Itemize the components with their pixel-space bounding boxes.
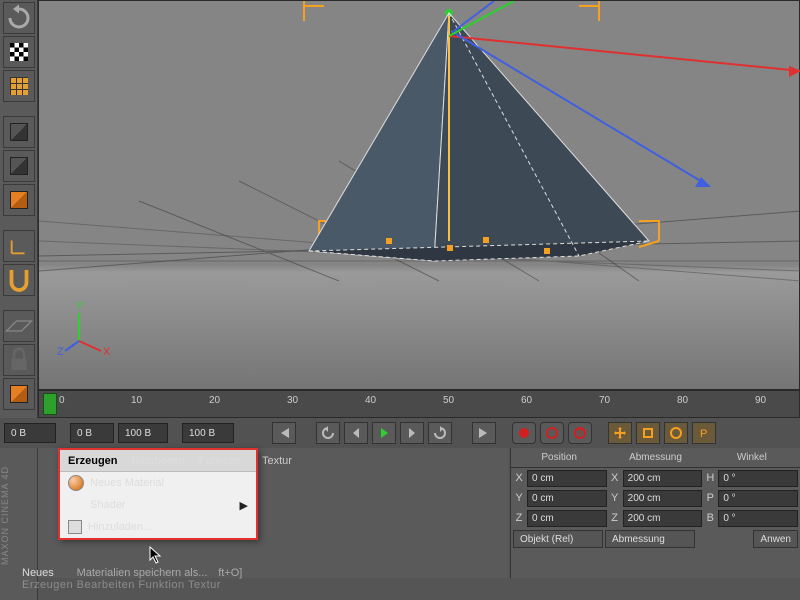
angle-b-input[interactable]: 0 ° xyxy=(718,510,798,527)
apply-button[interactable]: Anwen xyxy=(753,530,798,548)
tool-model[interactable] xyxy=(3,116,35,148)
append-icon xyxy=(68,520,82,534)
size-z-input[interactable]: 200 cm xyxy=(623,510,703,527)
tool-coord-axis[interactable] xyxy=(3,230,35,262)
material-sphere-icon xyxy=(68,475,84,491)
menu-tab-function[interactable]: Funktion xyxy=(199,455,241,467)
timeline-ruler[interactable]: 0 10 20 30 40 50 60 70 80 90 xyxy=(38,390,800,418)
menu-shader[interactable]: Shader ▶ xyxy=(60,494,256,516)
coord-mode-select[interactable]: Objekt (Rel) xyxy=(513,530,603,548)
submenu-arrow-icon: ▶ xyxy=(240,499,248,512)
menu-tab-create[interactable]: Erzeugen xyxy=(68,455,118,467)
tick: 70 xyxy=(599,395,610,406)
header-size: Abmessung xyxy=(607,452,703,463)
header-position: Position xyxy=(511,452,607,463)
keyframe-options-button[interactable]: ? xyxy=(568,422,592,444)
cursor-icon xyxy=(149,546,163,564)
tick: 50 xyxy=(443,395,454,406)
step-back-button[interactable] xyxy=(344,422,368,444)
svg-text:?: ? xyxy=(577,427,583,439)
app-brand: MAXON CINEMA 4D xyxy=(0,450,16,580)
pos-x-input[interactable]: 0 cm xyxy=(527,470,607,487)
menu-item-label: Shader xyxy=(90,499,125,511)
tick: 40 xyxy=(365,395,376,406)
size-y-input[interactable]: 200 cm xyxy=(623,490,703,507)
autokey-button[interactable] xyxy=(540,422,564,444)
tool-axis[interactable] xyxy=(3,184,35,216)
viewport-scene: Y X Z xyxy=(39,1,800,391)
param-button[interactable]: P xyxy=(692,422,716,444)
prev-key-button[interactable] xyxy=(316,422,340,444)
tool-deform[interactable] xyxy=(3,378,35,410)
step-forward-button[interactable] xyxy=(400,422,424,444)
frame-start[interactable]: 0 B xyxy=(4,423,56,443)
svg-text:Z: Z xyxy=(57,346,64,358)
materials-menu: Erzeugen Bearbeiten Funktion Neues Mater… xyxy=(58,448,258,540)
goto-start-button[interactable] xyxy=(272,422,296,444)
header-angle: Winkel xyxy=(704,452,800,463)
frame-end[interactable]: 100 B xyxy=(182,423,234,443)
tick: 20 xyxy=(209,395,220,406)
tick: 90 xyxy=(755,395,766,406)
coord-row-z: Z 0 cm Z 200 cm B 0 ° xyxy=(511,508,800,528)
coords-bottom: Objekt (Rel) Abmessung Anwen xyxy=(511,528,800,550)
coords-header: Position Abmessung Winkel xyxy=(511,448,800,468)
tool-grid[interactable] xyxy=(3,70,35,102)
svg-text:P: P xyxy=(700,428,707,440)
below-menu-text: Neues Materialien speichern als... ft+O]… xyxy=(22,567,302,591)
tick: 0 xyxy=(59,395,65,406)
viewport-3d[interactable]: Y X Z xyxy=(38,0,800,390)
menu-tab-edit[interactable]: Bearbeiten xyxy=(132,455,185,467)
playback-bar: 0 B 0 B 100 B 100 B ? P xyxy=(0,418,800,448)
materials-menu-tabs: Erzeugen Bearbeiten Funktion xyxy=(60,450,256,472)
menu-item-label: Neues Material xyxy=(90,477,164,489)
tick: 10 xyxy=(131,395,142,406)
tick: 80 xyxy=(677,395,688,406)
tab-textur[interactable]: Textur xyxy=(262,455,292,467)
tool-magnet[interactable] xyxy=(3,264,35,296)
rotate-button[interactable] xyxy=(664,422,688,444)
tool-object[interactable] xyxy=(3,150,35,182)
pos-z-input[interactable]: 0 cm xyxy=(527,510,607,527)
range-end[interactable]: 100 B xyxy=(118,423,168,443)
size-mode-select[interactable]: Abmessung xyxy=(605,530,695,548)
coord-row-y: Y 0 cm Y 200 cm P 0 ° xyxy=(511,488,800,508)
tool-floor[interactable] xyxy=(3,310,35,342)
menu-append[interactable]: Hinzuladen... xyxy=(60,516,256,538)
next-key-button[interactable] xyxy=(428,422,452,444)
size-x-input[interactable]: 200 cm xyxy=(623,470,703,487)
coordinates-panel: Position Abmessung Winkel X 0 cm X 200 c… xyxy=(510,448,800,578)
tool-checker[interactable] xyxy=(3,36,35,68)
record-button[interactable] xyxy=(512,422,536,444)
menu-item-label: Hinzuladen... xyxy=(88,521,152,533)
menu-new-material[interactable]: Neues Material xyxy=(60,472,256,494)
svg-text:X: X xyxy=(103,346,111,358)
timeline-playhead[interactable] xyxy=(43,393,57,415)
scale-button[interactable] xyxy=(636,422,660,444)
move-button[interactable] xyxy=(608,422,632,444)
angle-p-input[interactable]: 0 ° xyxy=(718,490,798,507)
play-button[interactable] xyxy=(372,422,396,444)
goto-end-button[interactable] xyxy=(472,422,496,444)
viewport-mini-axis: Y X Z xyxy=(57,300,111,358)
svg-text:Y: Y xyxy=(76,300,84,312)
angle-h-input[interactable]: 0 ° xyxy=(718,470,798,487)
tick: 30 xyxy=(287,395,298,406)
coord-row-x: X 0 cm X 200 cm H 0 ° xyxy=(511,468,800,488)
tool-undo[interactable] xyxy=(3,2,35,34)
range-start[interactable]: 0 B xyxy=(70,423,114,443)
tool-lock[interactable] xyxy=(3,344,35,376)
pos-y-input[interactable]: 0 cm xyxy=(527,490,607,507)
tick: 60 xyxy=(521,395,532,406)
